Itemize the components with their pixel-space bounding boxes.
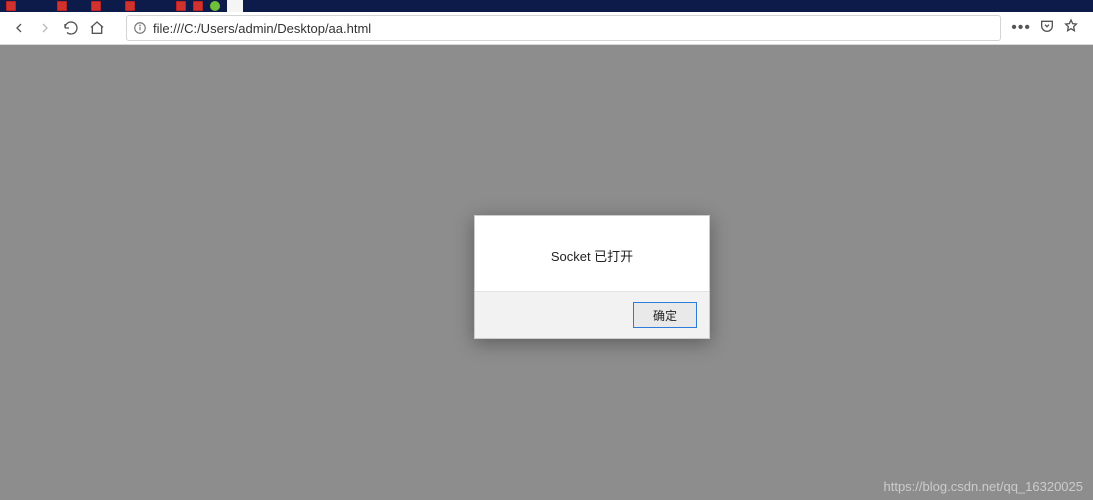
alert-footer: 确定: [475, 291, 709, 338]
browser-toolbar: file:///C:/Users/admin/Desktop/aa.html •…: [0, 12, 1093, 45]
tab-favicon-icon: [176, 1, 186, 11]
tab-favicon-icon: [159, 1, 169, 11]
tab[interactable]: [23, 1, 36, 11]
tab-favicon-icon: [40, 1, 50, 11]
tab-favicon-icon: [142, 1, 152, 11]
tab[interactable]: [142, 1, 155, 11]
tab[interactable]: [40, 1, 53, 11]
tab-favicon-icon: [210, 1, 220, 11]
tab-favicon-icon: [23, 1, 33, 11]
tab-favicon-icon: [74, 1, 84, 11]
watermark: https://blog.csdn.net/qq_16320025: [884, 479, 1084, 494]
tab-strip: [0, 0, 1093, 12]
tab-favicon-icon: [193, 1, 203, 11]
tab[interactable]: [6, 1, 19, 11]
tab-favicon-icon: [91, 1, 101, 11]
tab[interactable]: [159, 1, 172, 11]
tab-favicon-icon: [125, 1, 135, 11]
tab-active[interactable]: [227, 0, 243, 12]
url-bar[interactable]: file:///C:/Users/admin/Desktop/aa.html: [126, 15, 1001, 41]
page-actions-icon[interactable]: •••: [1011, 19, 1031, 37]
tab-favicon-icon: [57, 1, 67, 11]
tab[interactable]: [91, 1, 104, 11]
confirm-button[interactable]: 确定: [633, 302, 697, 328]
home-button[interactable]: [84, 15, 110, 41]
bookmark-star-icon[interactable]: [1063, 18, 1079, 39]
tab[interactable]: [210, 1, 223, 11]
tab[interactable]: [74, 1, 87, 11]
forward-button[interactable]: [32, 15, 58, 41]
back-button[interactable]: [6, 15, 32, 41]
tab[interactable]: [193, 1, 206, 11]
pocket-icon[interactable]: [1039, 18, 1055, 39]
reload-button[interactable]: [58, 15, 84, 41]
url-text: file:///C:/Users/admin/Desktop/aa.html: [153, 21, 371, 36]
tab[interactable]: [176, 1, 189, 11]
toolbar-right: •••: [1011, 18, 1087, 39]
alert-message: Socket 已打开: [475, 216, 709, 291]
tab[interactable]: [108, 1, 121, 11]
info-icon: [133, 21, 147, 35]
tab-favicon-icon: [108, 1, 118, 11]
alert-dialog: Socket 已打开 确定: [474, 215, 710, 339]
tab[interactable]: [57, 1, 70, 11]
tab[interactable]: [125, 1, 138, 11]
tab-favicon-icon: [6, 1, 16, 11]
